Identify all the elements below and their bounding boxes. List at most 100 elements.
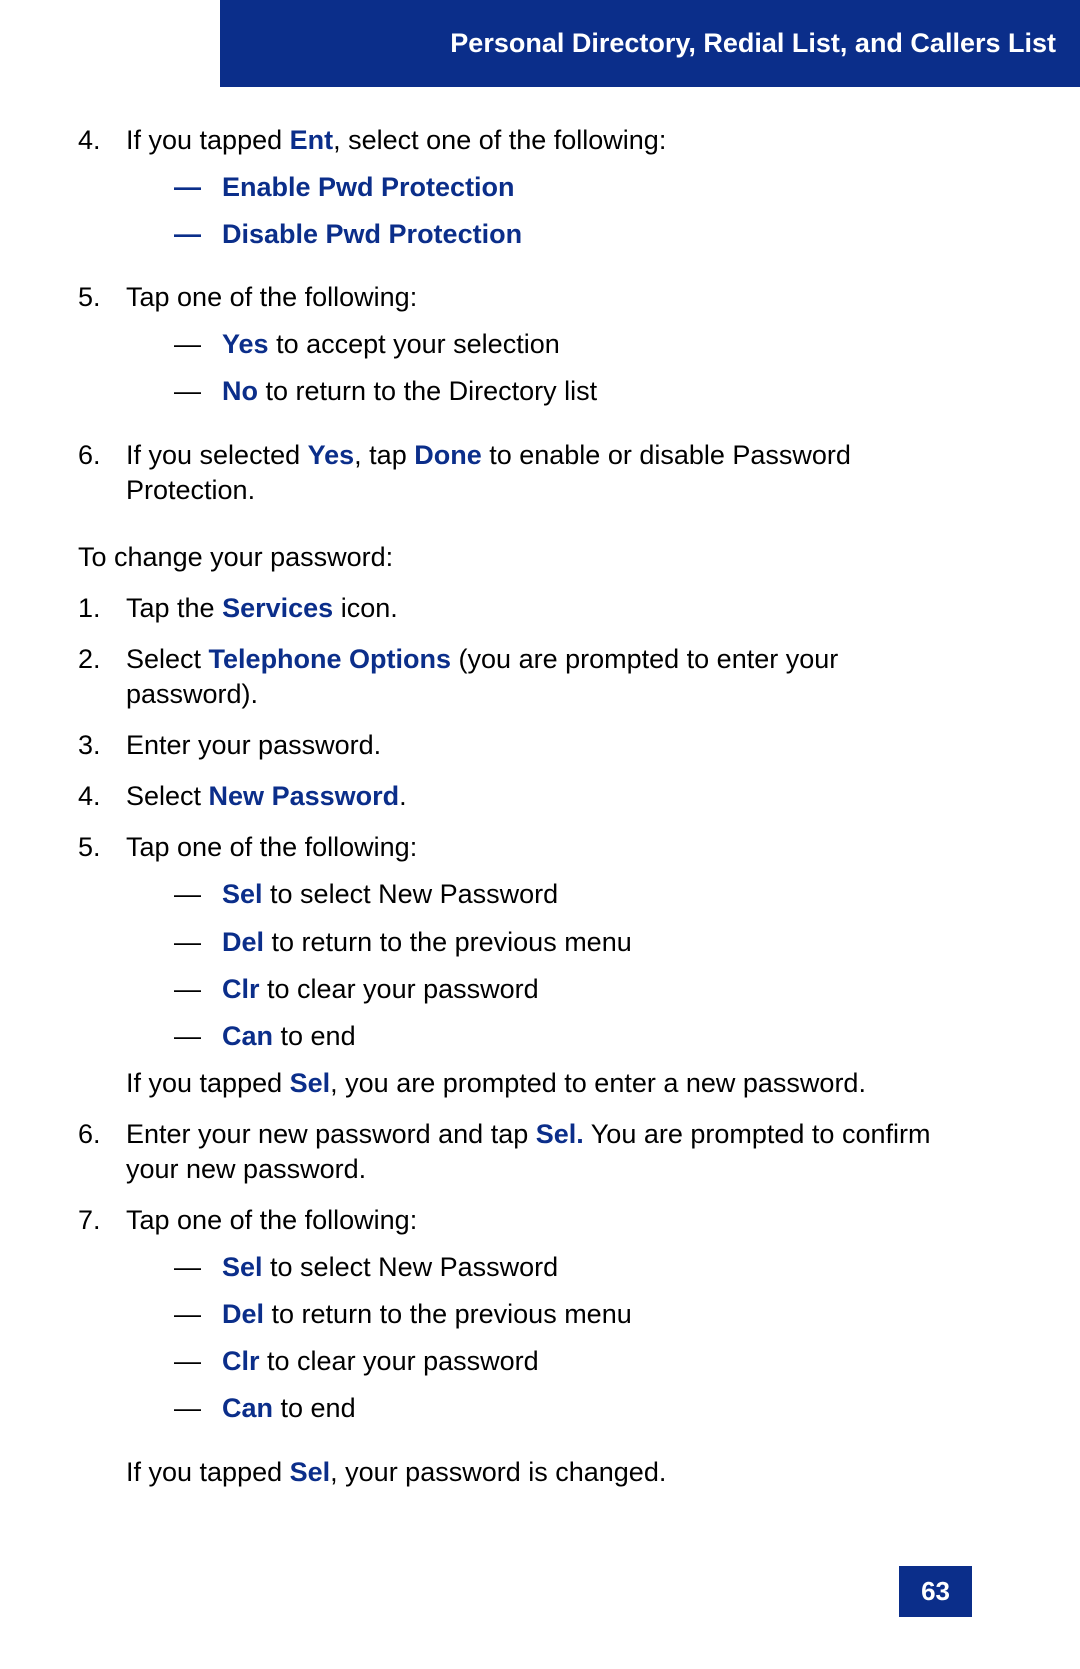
option-enable-pwd: — Enable Pwd Protection (174, 170, 972, 205)
dash-icon: — (174, 170, 222, 205)
key-yes: Yes (308, 440, 355, 470)
step-6: 6. If you selected Yes, tap Done to enab… (78, 438, 972, 508)
text: If you selected (126, 440, 308, 470)
text: If you tapped (126, 1068, 290, 1098)
dash-icon: — (174, 374, 222, 409)
key-clr: Clr (222, 1346, 260, 1376)
text: to select New Password (263, 1252, 559, 1282)
step-5b: 5. Tap one of the following: —Sel to sel… (78, 830, 972, 1101)
step-4: 4. If you tapped Ent, select one of the … (78, 123, 972, 264)
option-label: Enable Pwd Protection (222, 170, 972, 205)
dash-icon: — (174, 327, 222, 362)
sub-options: — Yes to accept your selection — No to r… (174, 327, 972, 409)
text: , your password is changed. (330, 1457, 666, 1487)
text: icon. (333, 593, 398, 623)
text: to return to the Directory list (258, 376, 597, 406)
text: Enter your password. (126, 728, 972, 763)
page-content: 4. If you tapped Ent, select one of the … (0, 87, 1080, 1490)
key-done: Done (414, 440, 482, 470)
sub-options: —Sel to select New Password —Del to retu… (174, 877, 972, 1053)
dash-icon: — (174, 1019, 222, 1054)
step-number: 5. (78, 280, 126, 421)
sub-options: — Enable Pwd Protection — Disable Pwd Pr… (174, 170, 972, 252)
option-clr: —Clr to clear your password (174, 972, 972, 1007)
step-6b: 6. Enter your new password and tap Sel. … (78, 1117, 972, 1187)
dash-icon: — (174, 217, 222, 252)
text: Select (126, 644, 209, 674)
key-del: Del (222, 1299, 264, 1329)
step-number: 4. (78, 123, 126, 264)
text: to clear your password (260, 1346, 539, 1376)
step-number: 6. (78, 438, 126, 508)
key-del: Del (222, 927, 264, 957)
option-clr: —Clr to clear your password (174, 1344, 972, 1379)
text: to end (273, 1393, 356, 1423)
key-sel: Sel (222, 1252, 263, 1282)
step-number: 4. (78, 779, 126, 814)
key-sel: Sel (290, 1457, 331, 1487)
option-can: —Can to end (174, 1019, 972, 1054)
dash-icon: — (174, 925, 222, 960)
option-sel: —Sel to select New Password (174, 1250, 972, 1285)
text: to return to the previous menu (264, 927, 632, 957)
text: . (399, 781, 407, 811)
option-sel: —Sel to select New Password (174, 877, 972, 912)
key-can: Can (222, 1021, 273, 1051)
option-del: —Del to return to the previous menu (174, 925, 972, 960)
text: Enter your new password and tap (126, 1119, 536, 1149)
text: to select New Password (263, 879, 559, 909)
text: to return to the previous menu (264, 1299, 632, 1329)
text: If you tapped (126, 125, 290, 155)
step-number: 7. (78, 1203, 126, 1490)
step-number: 2. (78, 642, 126, 712)
text: to accept your selection (269, 329, 560, 359)
dash-icon: — (174, 1250, 222, 1285)
text: to end (273, 1021, 356, 1051)
key-services: Services (222, 593, 333, 623)
step-3: 3. Enter your password. (78, 728, 972, 763)
section-header: Personal Directory, Redial List, and Cal… (220, 0, 1080, 87)
option-del: —Del to return to the previous menu (174, 1297, 972, 1332)
key-telephone-options: Telephone Options (209, 644, 452, 674)
dash-icon: — (174, 1344, 222, 1379)
step-1: 1. Tap the Services icon. (78, 591, 972, 626)
key-ent: Ent (290, 125, 334, 155)
key-sel: Sel. (536, 1119, 584, 1149)
option-label: Disable Pwd Protection (222, 217, 972, 252)
dash-icon: — (174, 972, 222, 1007)
text: If you tapped (126, 1457, 290, 1487)
step-4b: 4. Select New Password. (78, 779, 972, 814)
section-intro: To change your password: (78, 540, 972, 575)
step-7: 7. Tap one of the following: —Sel to sel… (78, 1203, 972, 1490)
page-number: 63 (899, 1566, 972, 1617)
text: Tap one of the following: (126, 282, 417, 312)
step-number: 1. (78, 591, 126, 626)
key-new-password: New Password (209, 781, 400, 811)
key-clr: Clr (222, 974, 260, 1004)
key-sel: Sel (290, 1068, 331, 1098)
text: Select (126, 781, 209, 811)
text: to clear your password (260, 974, 539, 1004)
sub-options: —Sel to select New Password —Del to retu… (174, 1250, 972, 1426)
step-2: 2. Select Telephone Options (you are pro… (78, 642, 972, 712)
text: , select one of the following: (333, 125, 666, 155)
dash-icon: — (174, 1391, 222, 1426)
dash-icon: — (174, 1297, 222, 1332)
step-5: 5. Tap one of the following: — Yes to ac… (78, 280, 972, 421)
text: Tap one of the following: (126, 1205, 417, 1235)
dash-icon: — (174, 877, 222, 912)
option-yes: — Yes to accept your selection (174, 327, 972, 362)
text: Tap one of the following: (126, 832, 417, 862)
step-number: 3. (78, 728, 126, 763)
text: , tap (354, 440, 414, 470)
step-number: 6. (78, 1117, 126, 1187)
text: Tap the (126, 593, 222, 623)
key-can: Can (222, 1393, 273, 1423)
key-no: No (222, 376, 258, 406)
step-number: 5. (78, 830, 126, 1101)
option-no: — No to return to the Directory list (174, 374, 972, 409)
option-disable-pwd: — Disable Pwd Protection (174, 217, 972, 252)
instruction-list-1: 4. If you tapped Ent, select one of the … (78, 123, 972, 508)
key-sel: Sel (222, 879, 263, 909)
text: , you are prompted to enter a new passwo… (330, 1068, 866, 1098)
